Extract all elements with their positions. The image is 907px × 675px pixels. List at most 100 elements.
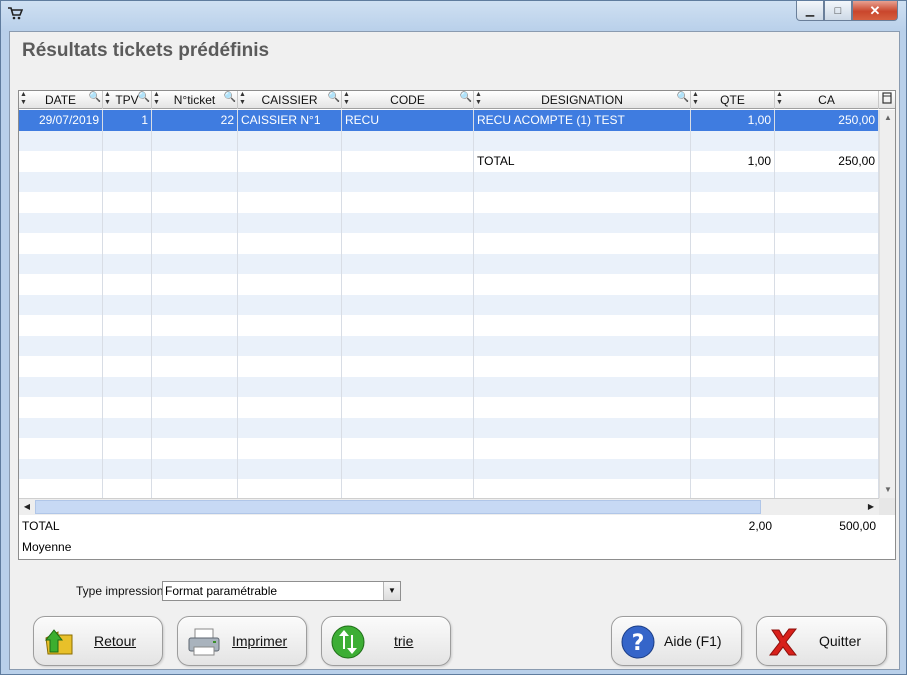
vertical-scrollbar[interactable]: ▲ ▼ (879, 110, 895, 498)
cell-code (342, 130, 474, 151)
cell-tpv (103, 253, 152, 274)
cell-ca (775, 397, 879, 418)
cell-designation: RECU ACOMPTE (1) TEST (474, 110, 691, 131)
cell-caissier (238, 233, 342, 254)
cell-ticket (152, 253, 238, 274)
cell-date (19, 335, 103, 356)
cell-code (342, 171, 474, 192)
cell-caissier (238, 417, 342, 438)
column-header-caissier[interactable]: ▲ ▼ CAISSIER 🔍 (238, 91, 342, 109)
scroll-left-icon[interactable]: ◀ (19, 499, 35, 515)
scroll-down-icon[interactable]: ▼ (880, 482, 896, 498)
empty-row (19, 171, 879, 192)
column-header-code[interactable]: ▲ ▼ CODE 🔍 (342, 91, 474, 109)
column-header-ca[interactable]: ▲ ▼ CA (775, 91, 879, 109)
cell-caissier (238, 130, 342, 151)
cell-ca (775, 438, 879, 459)
cell-ca (775, 356, 879, 377)
cell-tpv (103, 397, 152, 418)
empty-row (19, 315, 879, 336)
cell-ca (775, 253, 879, 274)
empty-row (19, 335, 879, 356)
cell-ticket: 22 (152, 110, 238, 131)
print-type-select[interactable]: Format paramétrable ▼ (162, 581, 401, 601)
search-icon[interactable]: 🔍 (328, 91, 340, 105)
cell-ticket (152, 376, 238, 397)
column-header-tpv[interactable]: ▲ ▼ TPV 🔍 (103, 91, 152, 109)
cell-ca (775, 171, 879, 192)
column-chooser-icon[interactable] (879, 91, 895, 109)
cell-ticket (152, 438, 238, 459)
table-row[interactable]: TOTAL 1,00 250,00 (19, 151, 879, 172)
horizontal-scrollbar[interactable]: ◀ ▶ (19, 498, 879, 515)
chevron-down-icon[interactable]: ▼ (383, 582, 400, 600)
cell-code (342, 233, 474, 254)
column-header-ticket[interactable]: ▲ ▼ N°ticket 🔍 (152, 91, 238, 109)
cell-qte (691, 212, 775, 233)
cell-ticket (152, 479, 238, 498)
imprimer-label: Imprimer (232, 633, 288, 649)
cell-qte (691, 356, 775, 377)
cell-designation (474, 479, 691, 498)
cell-caissier (238, 356, 342, 377)
cell-designation (474, 233, 691, 254)
title-bar[interactable]: ▁ □ ✕ (1, 1, 906, 31)
quitter-button[interactable]: Quitter (756, 616, 887, 666)
search-icon[interactable]: 🔍 (89, 91, 101, 105)
column-header-qte[interactable]: ▲ ▼ QTE (691, 91, 775, 109)
cell-qte: 1,00 (691, 151, 775, 172)
cell-designation (474, 335, 691, 356)
cell-designation (474, 192, 691, 213)
cell-date (19, 192, 103, 213)
table-row[interactable]: 29/07/2019 1 22 CAISSIER N°1 RECU RECU ACOMPT… (19, 110, 879, 131)
cell-ticket (152, 192, 238, 213)
cell-ca (775, 458, 879, 479)
cell-date (19, 397, 103, 418)
cell-designation (474, 130, 691, 151)
cell-ticket (152, 130, 238, 151)
search-icon[interactable]: 🔍 (224, 91, 236, 105)
results-table[interactable]: ▲ ▼ DATE 🔍 ▲ ▼ TPV 🔍 ▲ ▼ N°ticket 🔍 ▲ ▼ CAIS… (18, 90, 896, 560)
cell-caissier (238, 294, 342, 315)
scroll-right-icon[interactable]: ▶ (863, 499, 879, 515)
table-row[interactable] (19, 130, 879, 151)
cell-ca (775, 130, 879, 151)
search-icon[interactable]: 🔍 (460, 91, 472, 105)
cell-tpv (103, 294, 152, 315)
cell-designation (474, 458, 691, 479)
imprimer-button[interactable]: Imprimer (177, 616, 307, 666)
column-header-designation[interactable]: ▲ ▼ DESIGNATION 🔍 (474, 91, 691, 109)
cell-designation (474, 212, 691, 233)
cell-caissier (238, 253, 342, 274)
retour-label: Retour (94, 633, 137, 649)
retour-button[interactable]: Retour (33, 616, 163, 666)
total-label: TOTAL (22, 519, 60, 533)
cell-caissier (238, 376, 342, 397)
cell-code (342, 192, 474, 213)
trie-button[interactable]: trie (321, 616, 451, 666)
scrollbar-thumb[interactable] (35, 500, 761, 514)
return-arrow-icon (42, 624, 78, 660)
page-title: Résultats tickets prédéfinis (22, 40, 270, 61)
cell-ca (775, 315, 879, 336)
column-header-date[interactable]: ▲ ▼ DATE 🔍 (19, 91, 103, 109)
sort-arrows-icon: ▲ ▼ (692, 91, 699, 106)
cell-tpv (103, 151, 152, 172)
client-area: Résultats tickets prédéfinis ▲ ▼ DATE 🔍 ▲… (9, 31, 900, 670)
cell-tpv (103, 192, 152, 213)
cell-qte (691, 397, 775, 418)
sort-arrows-icon: ▲ ▼ (776, 91, 783, 106)
search-icon[interactable]: 🔍 (138, 91, 150, 105)
empty-row (19, 233, 879, 254)
close-button[interactable]: ✕ (852, 1, 898, 21)
search-icon[interactable]: 🔍 (677, 91, 689, 105)
cell-qte (691, 335, 775, 356)
aide-button[interactable]: ? Aide (F1) (611, 616, 742, 666)
maximize-button[interactable]: □ (824, 1, 852, 21)
cell-ticket (152, 315, 238, 336)
cell-qte (691, 130, 775, 151)
scroll-up-icon[interactable]: ▲ (880, 110, 896, 126)
cell-qte (691, 417, 775, 438)
close-icon: ✕ (869, 2, 881, 18)
minimize-button[interactable]: ▁ (796, 1, 824, 21)
